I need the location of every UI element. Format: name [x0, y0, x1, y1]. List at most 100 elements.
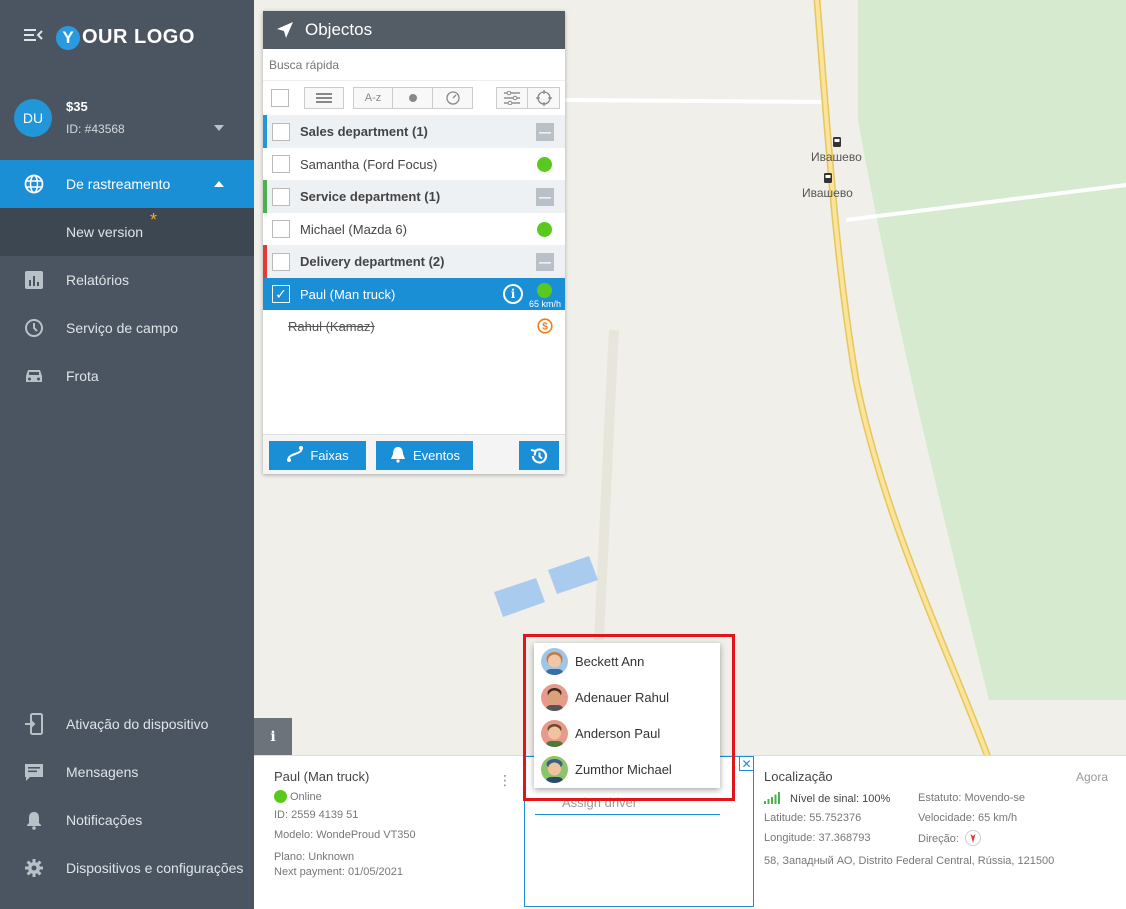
objects-panel-title: Objectos	[305, 20, 373, 39]
object-name: Rahul (Kamaz)	[288, 318, 375, 334]
map-water	[494, 578, 545, 617]
group-checkbox[interactable]	[272, 122, 290, 141]
online-status-icon	[274, 790, 287, 803]
nav-item-messages[interactable]: Mensagens	[0, 748, 254, 796]
quick-search-input[interactable]	[269, 57, 549, 72]
object-row-selected[interactable]: ✓ Paul (Man truck) i 65 km/h	[263, 278, 565, 310]
route-icon	[286, 445, 304, 466]
map-place-label: Ивашево	[811, 150, 862, 164]
object-title: Paul (Man truck)	[274, 769, 370, 784]
message-icon	[22, 760, 46, 784]
speed-value: 65 km/h	[977, 812, 1018, 824]
sort-speed-button[interactable]	[433, 87, 473, 109]
sidebar-bottom-nav: Ativação do dispositivo Mensagens Notifi…	[0, 700, 254, 892]
object-plan: Plano: Unknown	[274, 851, 355, 863]
object-checkbox[interactable]	[272, 220, 290, 238]
map-path	[594, 329, 619, 641]
nav-item-device-activation[interactable]: Ativação do dispositivo	[0, 700, 254, 748]
more-options-icon[interactable]: ⋮	[498, 772, 512, 789]
group-row-sales[interactable]: Sales department (1) —	[263, 115, 565, 148]
events-button[interactable]: Eventos	[376, 441, 473, 470]
object-info: Paul (Man truck) Online ID: 2559 4139 51…	[264, 756, 524, 909]
object-speed: 65 km/h	[528, 299, 561, 309]
map-water	[548, 556, 598, 594]
driver-name: Zumthor Michael	[575, 761, 672, 777]
latitude-value: 55.752376	[809, 812, 862, 824]
chevron-down-icon[interactable]	[214, 125, 224, 131]
object-row-blocked[interactable]: Rahul (Kamaz) $	[263, 310, 565, 342]
close-icon[interactable]: ✕	[739, 756, 754, 771]
nav-label: Notificações	[66, 812, 143, 828]
info-panel-toggle[interactable]: i	[254, 718, 292, 755]
svg-text:$: $	[542, 322, 548, 333]
tracks-button[interactable]: Faixas	[269, 441, 366, 470]
objects-panel: Objectos A-z Sales department (1) — Sama…	[263, 11, 565, 474]
objects-toolbar: A-z	[263, 81, 565, 115]
filter-settings-button[interactable]	[496, 87, 528, 109]
status-label: Estatuto:	[918, 792, 962, 804]
group-name: Service department (1)	[300, 189, 441, 204]
group-color-bar	[263, 180, 267, 213]
map-place-label: Ивашево	[802, 186, 853, 200]
clock-icon	[22, 316, 46, 340]
new-badge: *	[150, 210, 158, 230]
compass-icon	[965, 830, 982, 846]
object-status-text: Online	[290, 791, 322, 803]
nav-item-new-version[interactable]: New version *	[0, 208, 254, 256]
nav-item-reports[interactable]: Relatórios	[0, 256, 254, 304]
signal-strength-icon	[764, 792, 780, 804]
sort-status-button[interactable]	[393, 87, 433, 109]
select-all-checkbox[interactable]	[271, 89, 289, 107]
account-balance: $35	[66, 99, 88, 114]
signal-label: Nível de sinal:	[790, 793, 860, 805]
object-checkbox-checked[interactable]: ✓	[272, 285, 290, 303]
nav-item-tracking[interactable]: De rastreamento	[0, 160, 254, 208]
object-next-payment: Next payment: 01/05/2021	[274, 866, 404, 878]
map-forest-area	[858, 0, 1126, 700]
driver-option[interactable]: Adenauer Rahul	[534, 679, 720, 715]
nav-label: Dispositivos e configurações	[66, 860, 244, 876]
list-view-button[interactable]	[304, 87, 344, 109]
sort-az-button[interactable]: A-z	[353, 87, 393, 109]
driver-name: Adenauer Rahul	[575, 689, 669, 705]
location-title: Localização	[764, 769, 833, 784]
objects-panel-header: Objectos	[263, 11, 565, 49]
driver-option[interactable]: Anderson Paul	[534, 715, 720, 751]
menu-collapse-icon[interactable]	[24, 27, 44, 48]
account-switcher[interactable]: DU $35 ID: #43568	[0, 75, 254, 160]
info-icon[interactable]: i	[503, 284, 523, 304]
longitude: Longitude: 37.368793	[764, 832, 870, 844]
group-collapse-icon[interactable]: —	[536, 123, 554, 141]
logo-row: Y OUR LOGO	[0, 0, 254, 75]
nav-item-fleet[interactable]: Frota	[0, 352, 254, 400]
group-row-service[interactable]: Service department (1) —	[263, 180, 565, 213]
object-row[interactable]: Samantha (Ford Focus)	[263, 148, 565, 180]
group-row-delivery[interactable]: Delivery department (2) —	[263, 245, 565, 278]
car-icon	[22, 364, 46, 388]
group-collapse-icon[interactable]: —	[536, 188, 554, 206]
object-row[interactable]: Michael (Mazda 6)	[263, 213, 565, 245]
group-color-bar	[263, 245, 267, 278]
nav-item-field-service[interactable]: Serviço de campo	[0, 304, 254, 352]
assign-driver-select[interactable]: Assign driver	[535, 795, 720, 815]
group-color-bar	[263, 115, 267, 148]
nav-item-notifications[interactable]: Notificações	[0, 796, 254, 844]
object-checkbox[interactable]	[272, 155, 290, 173]
group-name: Sales department (1)	[300, 124, 428, 139]
object-status: Online	[274, 790, 514, 803]
driver-option[interactable]: Beckett Ann	[534, 643, 720, 679]
group-collapse-icon[interactable]: —	[536, 253, 554, 271]
locate-button[interactable]	[528, 87, 560, 109]
driver-option[interactable]: Zumthor Michael	[534, 751, 720, 787]
signal-value: 100%	[862, 793, 891, 805]
driver-avatar	[541, 755, 568, 783]
history-button[interactable]	[519, 441, 559, 470]
nav-item-devices-settings[interactable]: Dispositivos e configurações	[0, 844, 254, 892]
group-checkbox[interactable]	[272, 252, 290, 271]
object-id: ID: 2559 4139 51	[274, 809, 359, 821]
location-time: Agora	[1075, 770, 1108, 784]
group-checkbox[interactable]	[272, 187, 290, 206]
payment-required-icon: $	[537, 318, 553, 337]
direction-label: Direção:	[918, 833, 959, 845]
sliders-icon	[504, 91, 520, 105]
